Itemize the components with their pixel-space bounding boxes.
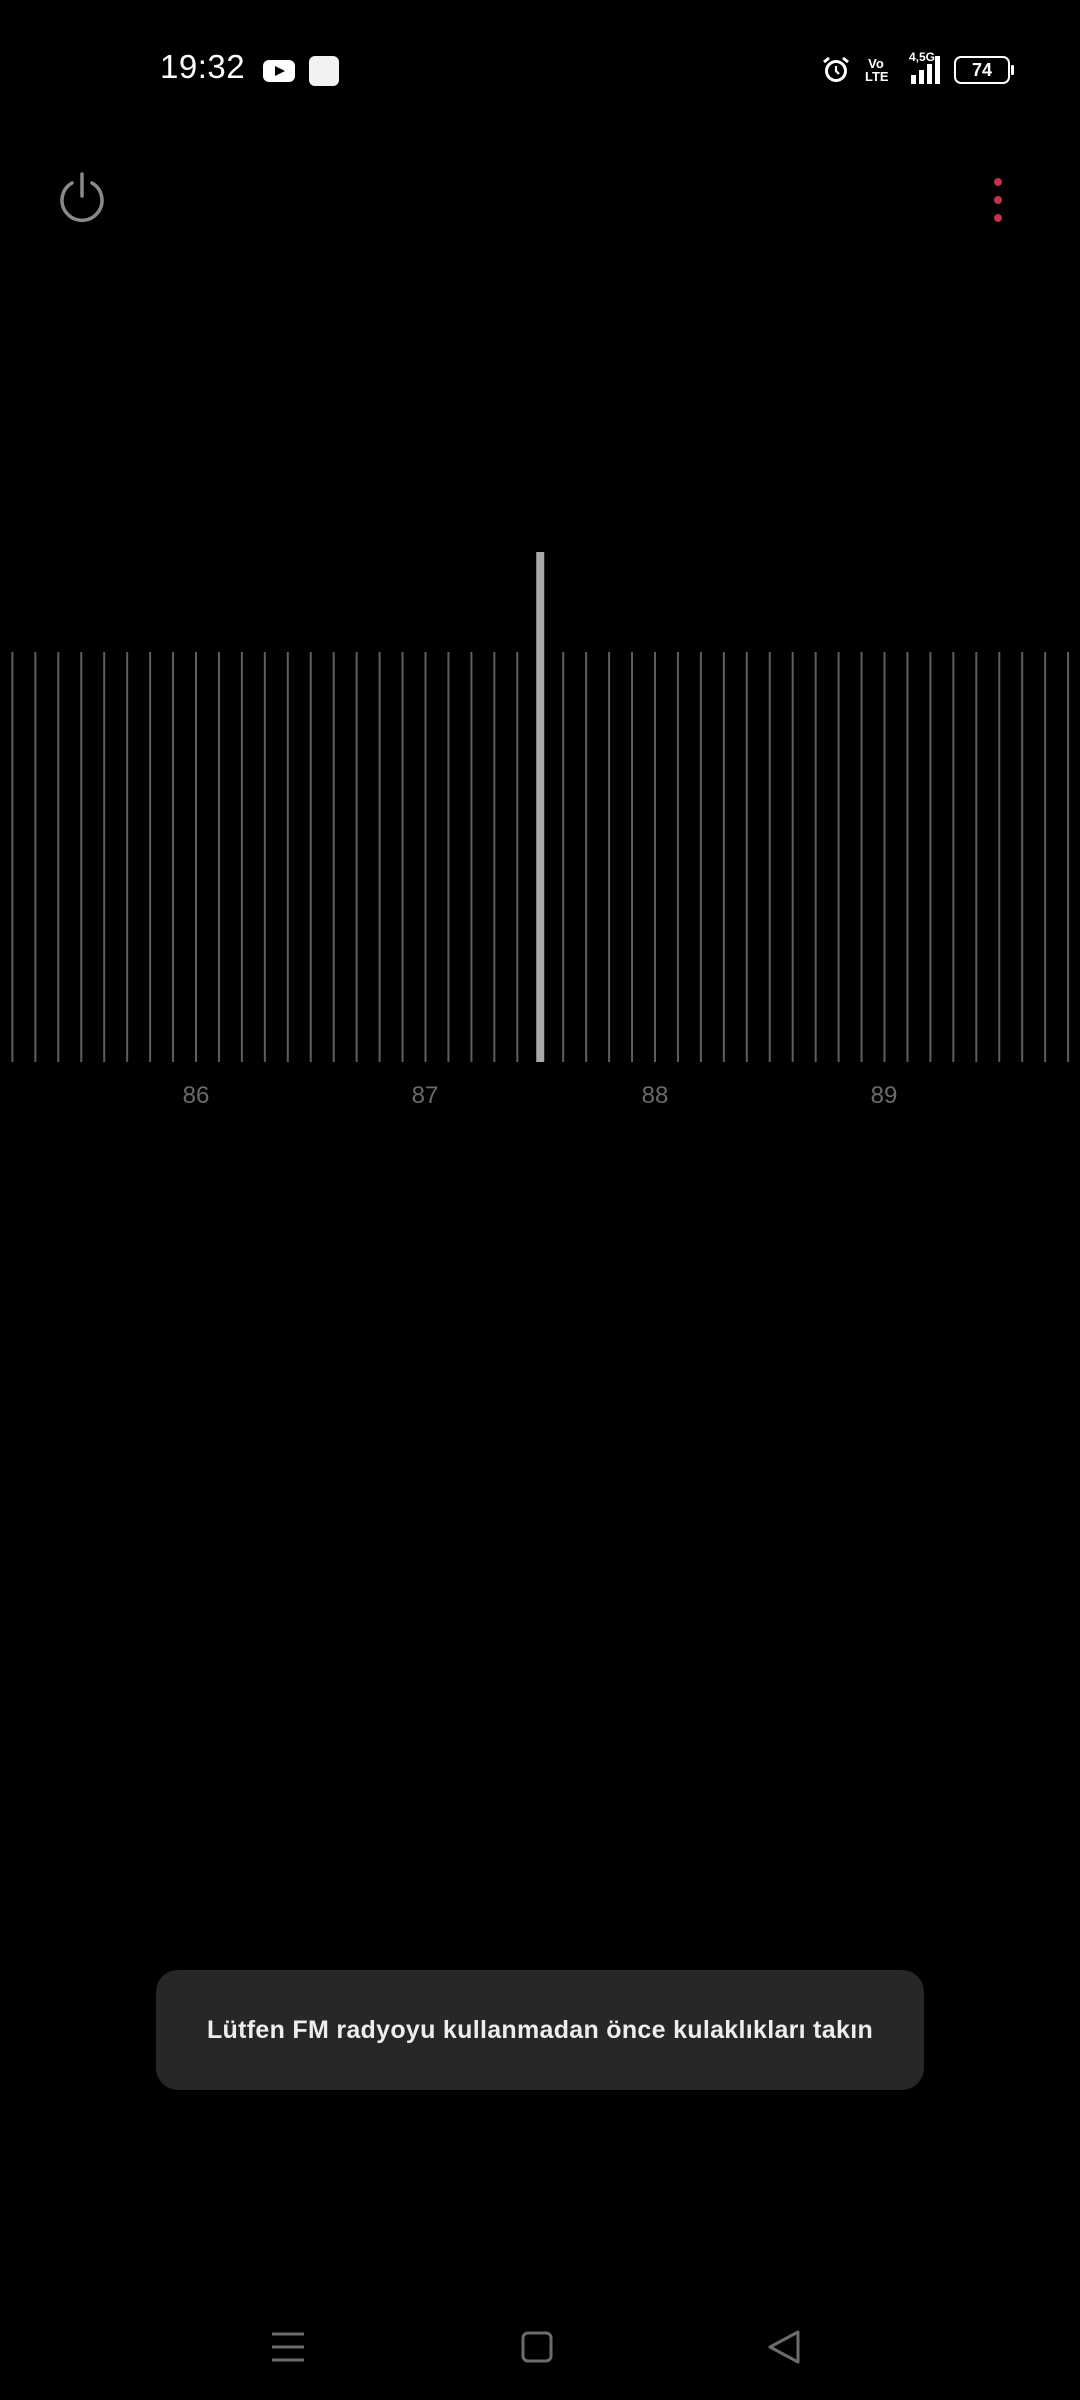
more-vertical-icon[interactable] xyxy=(978,172,1018,228)
youtube-icon xyxy=(263,60,295,82)
power-icon[interactable] xyxy=(54,170,110,226)
tuning-needle[interactable] xyxy=(536,552,545,1062)
app-notification-icon xyxy=(309,56,339,86)
recents-icon[interactable] xyxy=(258,2322,318,2372)
fm-radio-screen: 19:32 Vo LTE 4,5G 74 86 87 88 89 Lütfen … xyxy=(0,0,1080,2400)
status-bar: 19:32 Vo LTE 4,5G 74 xyxy=(0,0,1080,140)
toast-message: Lütfen FM radyoyu kullanmadan önce kulak… xyxy=(206,2015,874,2044)
network-type: 4,5G xyxy=(909,50,936,64)
battery-icon: 74 xyxy=(954,56,1014,84)
dial-ticks[interactable] xyxy=(0,540,1080,1120)
navigation-bar xyxy=(0,2300,1080,2400)
back-icon[interactable] xyxy=(754,2322,814,2372)
status-time: 19:32 xyxy=(160,48,246,85)
status-icons: Vo LTE 4,5G 74 xyxy=(821,50,1014,90)
battery-level: 74 xyxy=(971,59,993,80)
signal-icon: 4,5G xyxy=(901,50,940,84)
freq-label-87: 87 xyxy=(411,1082,439,1109)
alarm-icon xyxy=(823,56,849,82)
headphones-toast: Lütfen FM radyoyu kullanmadan önce kulak… xyxy=(156,1970,924,2090)
freq-label-89: 89 xyxy=(870,1082,898,1109)
freq-label-86: 86 xyxy=(182,1082,210,1109)
frequency-dial[interactable]: 86 87 88 89 xyxy=(0,540,1080,1120)
volte-bottom-text: LTE xyxy=(865,69,889,84)
freq-label-88: 88 xyxy=(641,1082,669,1109)
volte-icon: Vo LTE xyxy=(865,57,889,84)
home-icon[interactable] xyxy=(507,2322,567,2372)
